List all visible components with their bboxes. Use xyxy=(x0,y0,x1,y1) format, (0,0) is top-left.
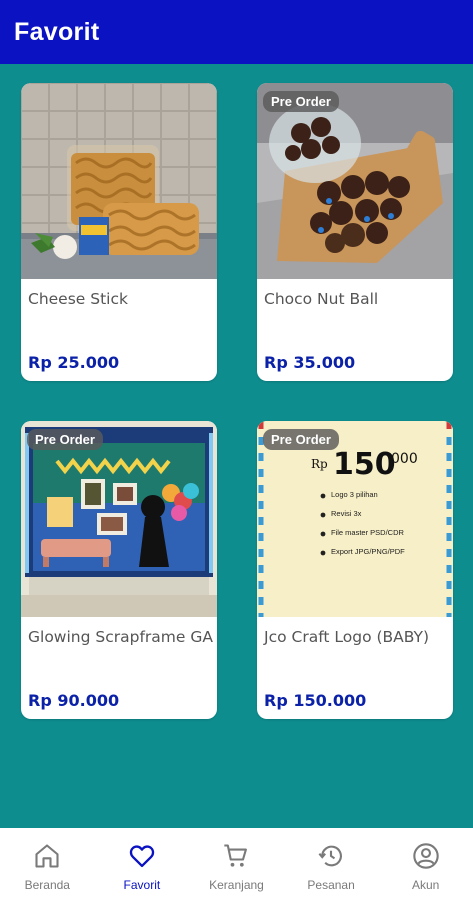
nav-item-beranda[interactable]: Beranda xyxy=(0,828,95,900)
product-image: Rp 150 000 Logo 3 pilihan Revisi 3x File… xyxy=(257,421,453,617)
image-feature-line: File master PSD/CDR xyxy=(331,528,404,537)
product-price: Rp 35.000 xyxy=(264,353,356,372)
account-icon xyxy=(412,843,439,869)
image-feature-line: Revisi 3x xyxy=(331,509,362,518)
product-name: Choco Nut Ball xyxy=(264,290,379,308)
product-image xyxy=(257,83,453,279)
history-icon xyxy=(318,845,343,867)
product-price: Rp 90.000 xyxy=(28,691,120,710)
product-image xyxy=(21,83,217,279)
product-card-choco-nut-ball[interactable]: Pre Order Choco Nut Ball Rp 35.000 xyxy=(257,83,453,381)
image-feature-line: Logo 3 pilihan xyxy=(331,490,378,499)
pre-order-badge: Pre Order xyxy=(263,91,339,112)
app-bar: Favorit xyxy=(0,0,473,64)
product-image xyxy=(21,421,217,617)
image-price-cents: 000 xyxy=(391,451,418,467)
bottom-navigation: Beranda Favorit Keranjang Pesanan Akun xyxy=(0,828,473,900)
favorites-grid: Cheese Stick Rp 25.000 Pre Order Choco N… xyxy=(0,64,473,828)
nav-item-akun[interactable]: Akun xyxy=(378,828,473,900)
nav-label: Pesanan xyxy=(307,878,355,892)
product-card-jco-craft-logo[interactable]: Rp 150 000 Logo 3 pilihan Revisi 3x File… xyxy=(257,421,453,719)
image-currency: Rp xyxy=(311,457,328,471)
heart-icon xyxy=(129,845,155,868)
nav-item-pesanan[interactable]: Pesanan xyxy=(284,828,379,900)
pre-order-badge: Pre Order xyxy=(263,429,339,450)
image-price-amount: 150 xyxy=(333,447,396,482)
cart-icon xyxy=(224,844,248,867)
nav-item-keranjang[interactable]: Keranjang xyxy=(189,828,284,900)
nav-label: Akun xyxy=(411,878,440,892)
product-price: Rp 25.000 xyxy=(28,353,120,372)
image-feature-line: Export JPG/PNG/PDF xyxy=(331,547,405,556)
product-name: Jco Craft Logo (BABY) xyxy=(264,628,430,646)
nav-label: Beranda xyxy=(24,878,70,892)
product-price: Rp 150.000 xyxy=(264,691,367,710)
product-name: Cheese Stick xyxy=(28,290,128,308)
nav-item-favorit[interactable]: Favorit xyxy=(95,828,190,900)
page-title: Favorit xyxy=(14,17,100,46)
nav-label: Keranjang xyxy=(209,878,264,892)
pre-order-badge: Pre Order xyxy=(27,429,103,450)
product-name: Glowing Scrapframe GA xyxy=(28,628,213,646)
home-icon xyxy=(35,844,59,868)
product-card-cheese-stick[interactable]: Cheese Stick Rp 25.000 xyxy=(21,83,217,381)
nav-label: Favorit xyxy=(123,878,161,892)
product-card-glowing-scrapframe[interactable]: Pre Order Glowing Scrapframe GA Rp 90.00… xyxy=(21,421,217,719)
